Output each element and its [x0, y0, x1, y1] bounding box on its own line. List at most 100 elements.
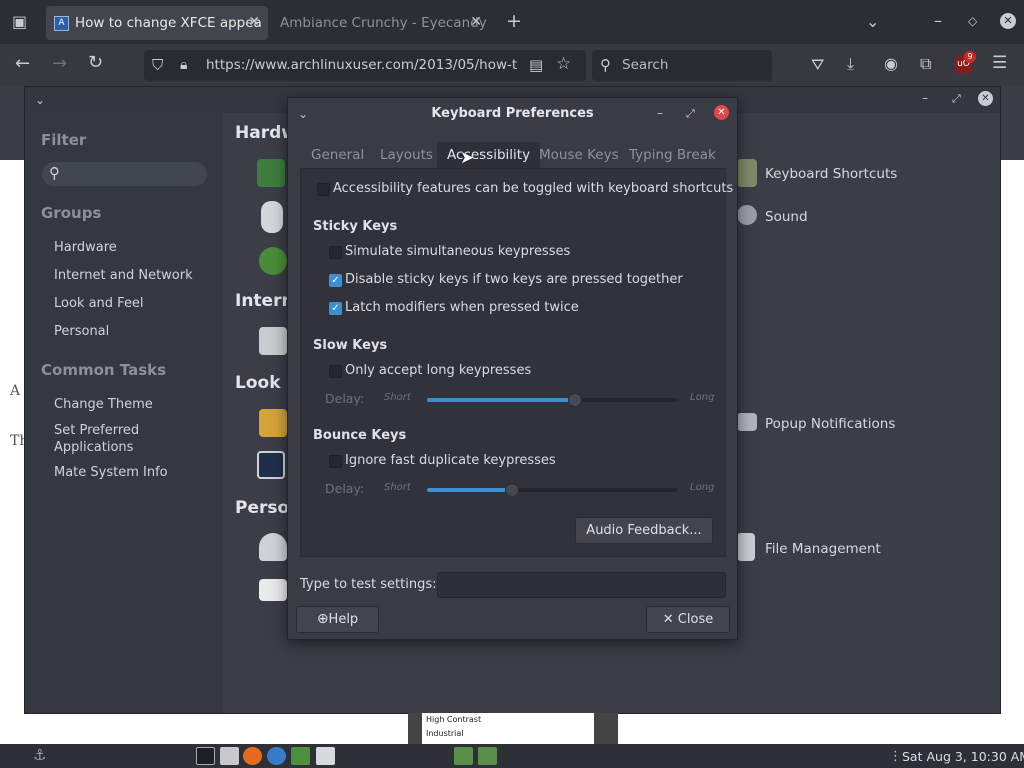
file-management-icon[interactable]: [737, 533, 755, 561]
item-file-management[interactable]: File Management: [765, 541, 881, 557]
close-window-icon[interactable]: ✕: [1000, 13, 1016, 29]
search-placeholder[interactable]: Search: [622, 57, 668, 73]
audio-feedback-button[interactable]: Audio Feedback...: [575, 517, 713, 544]
long-keypresses-checkbox[interactable]: [329, 365, 342, 378]
reload-icon[interactable]: ↻: [88, 54, 103, 72]
search-icon: ⚲: [49, 164, 60, 182]
simulate-keypresses-checkbox[interactable]: [329, 246, 342, 259]
download-icon[interactable]: ⤓: [847, 56, 854, 72]
latch-modifiers-checkbox[interactable]: ✓: [329, 302, 342, 315]
lock-icon[interactable]: 🔒︎: [180, 57, 187, 73]
slow-delay-knob[interactable]: [567, 393, 582, 407]
sidebar-item-look-and-feel[interactable]: Look and Feel: [54, 295, 144, 312]
window-menu-icon[interactable]: ⌄: [298, 106, 308, 122]
minimize-window-icon[interactable]: –: [934, 13, 942, 29]
ignore-duplicate-checkbox[interactable]: [329, 455, 342, 468]
about-me-icon[interactable]: [259, 533, 287, 561]
close-tab-icon[interactable]: ✕: [248, 14, 260, 30]
tab-ambiance-crunchy[interactable]: Ambiance Crunchy - Eyecandy ✕: [272, 6, 490, 40]
tab-mouse-keys[interactable]: Mouse Keys: [529, 142, 629, 168]
removable-media-icon[interactable]: [259, 247, 287, 275]
latch-modifiers-label[interactable]: Latch modifiers when pressed twice: [345, 300, 579, 315]
maximize-window-icon[interactable]: ⤢: [686, 106, 695, 122]
display-icon[interactable]: [257, 159, 285, 187]
web-browser-icon[interactable]: [267, 747, 286, 765]
reader-view-icon[interactable]: ▤: [529, 57, 543, 73]
task-set-preferred-applications[interactable]: Set Preferred Applications: [54, 422, 164, 456]
pocket-icon[interactable]: ⛛: [811, 57, 824, 73]
close-icon: ✕: [662, 612, 678, 627]
help-button[interactable]: ⊕Help: [296, 606, 379, 633]
filter-search-input[interactable]: ⚲: [42, 162, 207, 186]
chevron-down-icon[interactable]: ⌄: [866, 14, 879, 30]
item-keyboard-shortcuts[interactable]: Keyboard Shortcuts: [765, 166, 897, 182]
maximize-window-icon[interactable]: ⤢: [952, 91, 961, 107]
task-change-theme[interactable]: Change Theme: [54, 396, 153, 413]
hamburger-menu-icon[interactable]: ☰: [992, 55, 1007, 72]
screensaver-icon[interactable]: [257, 451, 285, 479]
long-keypresses-label[interactable]: Only accept long keypresses: [345, 363, 531, 378]
personal-item-icon[interactable]: [259, 579, 287, 601]
tab-accessibility[interactable]: Accessibility: [437, 142, 541, 168]
item-popup-notifications[interactable]: Popup Notifications: [765, 416, 895, 432]
shield-icon[interactable]: ⛉: [152, 57, 163, 73]
page-text-fragment: A: [10, 383, 21, 399]
common-tasks-heading: Common Tasks: [41, 361, 167, 379]
tab-overview-icon[interactable]: ▣: [12, 14, 27, 30]
tab-typing-break[interactable]: Typing Break: [619, 142, 726, 168]
file-manager-icon[interactable]: [220, 747, 239, 765]
window-button-icon[interactable]: [454, 747, 473, 765]
app-menu-icon[interactable]: ⚓: [33, 747, 46, 763]
taskbar-clock[interactable]: Sat Aug 3, 10:30 AM: [902, 749, 1024, 764]
tab-how-to-change-xfce[interactable]: A How to change XFCE appea ✕: [46, 6, 268, 40]
keyboard-shortcuts-icon[interactable]: [737, 159, 757, 187]
sidebar-item-internet-and-network[interactable]: Internet and Network: [54, 267, 193, 284]
back-arrow-icon[interactable]: ←: [15, 55, 30, 73]
appearance-icon[interactable]: [259, 409, 287, 437]
account-icon[interactable]: ◉: [884, 56, 898, 72]
star-bookmark-icon[interactable]: ☆: [556, 56, 571, 73]
filter-heading: Filter: [41, 131, 87, 149]
task-mate-system-info[interactable]: Mate System Info: [54, 464, 168, 481]
tab-general[interactable]: General: [301, 142, 374, 168]
bounce-long-label: Long: [690, 482, 715, 493]
bounce-delay-knob[interactable]: [505, 483, 519, 497]
close-window-icon[interactable]: ✕: [978, 91, 993, 106]
extensions-icon[interactable]: ⧉: [920, 56, 931, 72]
sidebar-item-hardware[interactable]: Hardware: [54, 239, 117, 256]
sidebar-item-personal[interactable]: Personal: [54, 323, 109, 340]
item-sound[interactable]: Sound: [765, 209, 808, 225]
minimize-window-icon[interactable]: –: [922, 90, 928, 106]
calculator-icon[interactable]: [316, 747, 335, 765]
plus-icon[interactable]: +: [506, 12, 522, 31]
section-heading-personal: Perso: [235, 498, 290, 518]
minimize-window-icon[interactable]: –: [657, 105, 663, 121]
bounce-short-label: Short: [384, 482, 411, 493]
popup-notifications-icon[interactable]: [737, 413, 757, 431]
ignore-duplicate-label[interactable]: Ignore fast duplicate keypresses: [345, 453, 556, 468]
test-settings-input[interactable]: [437, 572, 726, 598]
search-bar[interactable]: [592, 50, 772, 81]
close-button[interactable]: ✕ Close: [646, 606, 730, 633]
close-window-icon[interactable]: ✕: [714, 105, 729, 120]
toggle-accessibility-label[interactable]: Accessibility features can be toggled wi…: [333, 181, 733, 196]
tab-layouts[interactable]: Layouts: [370, 142, 443, 168]
firefox-icon[interactable]: [243, 747, 262, 765]
window-menu-icon[interactable]: ⌄: [35, 92, 45, 108]
simulate-keypresses-label[interactable]: Simulate simultaneous keypresses: [345, 244, 570, 259]
forward-arrow-icon[interactable]: →: [52, 55, 67, 73]
network-proxy-icon[interactable]: [259, 327, 287, 355]
terminal-icon[interactable]: [196, 747, 215, 765]
text-editor-icon[interactable]: [291, 747, 310, 765]
mouse-icon[interactable]: [261, 201, 283, 233]
toggle-accessibility-checkbox[interactable]: [317, 183, 330, 196]
close-tab-icon[interactable]: ✕: [470, 14, 482, 30]
window-button-icon[interactable]: [478, 747, 497, 765]
close-button-label: Close: [677, 612, 714, 627]
tray-menu-icon[interactable]: ⋮: [889, 749, 902, 765]
disable-sticky-label[interactable]: Disable sticky keys if two keys are pres…: [345, 272, 683, 287]
disable-sticky-checkbox[interactable]: ✓: [329, 274, 342, 287]
url-text[interactable]: https://www.archlinuxuser.com/2013/05/ho…: [206, 57, 518, 73]
maximize-window-icon[interactable]: ◇: [968, 13, 977, 29]
sound-icon[interactable]: [737, 205, 757, 225]
